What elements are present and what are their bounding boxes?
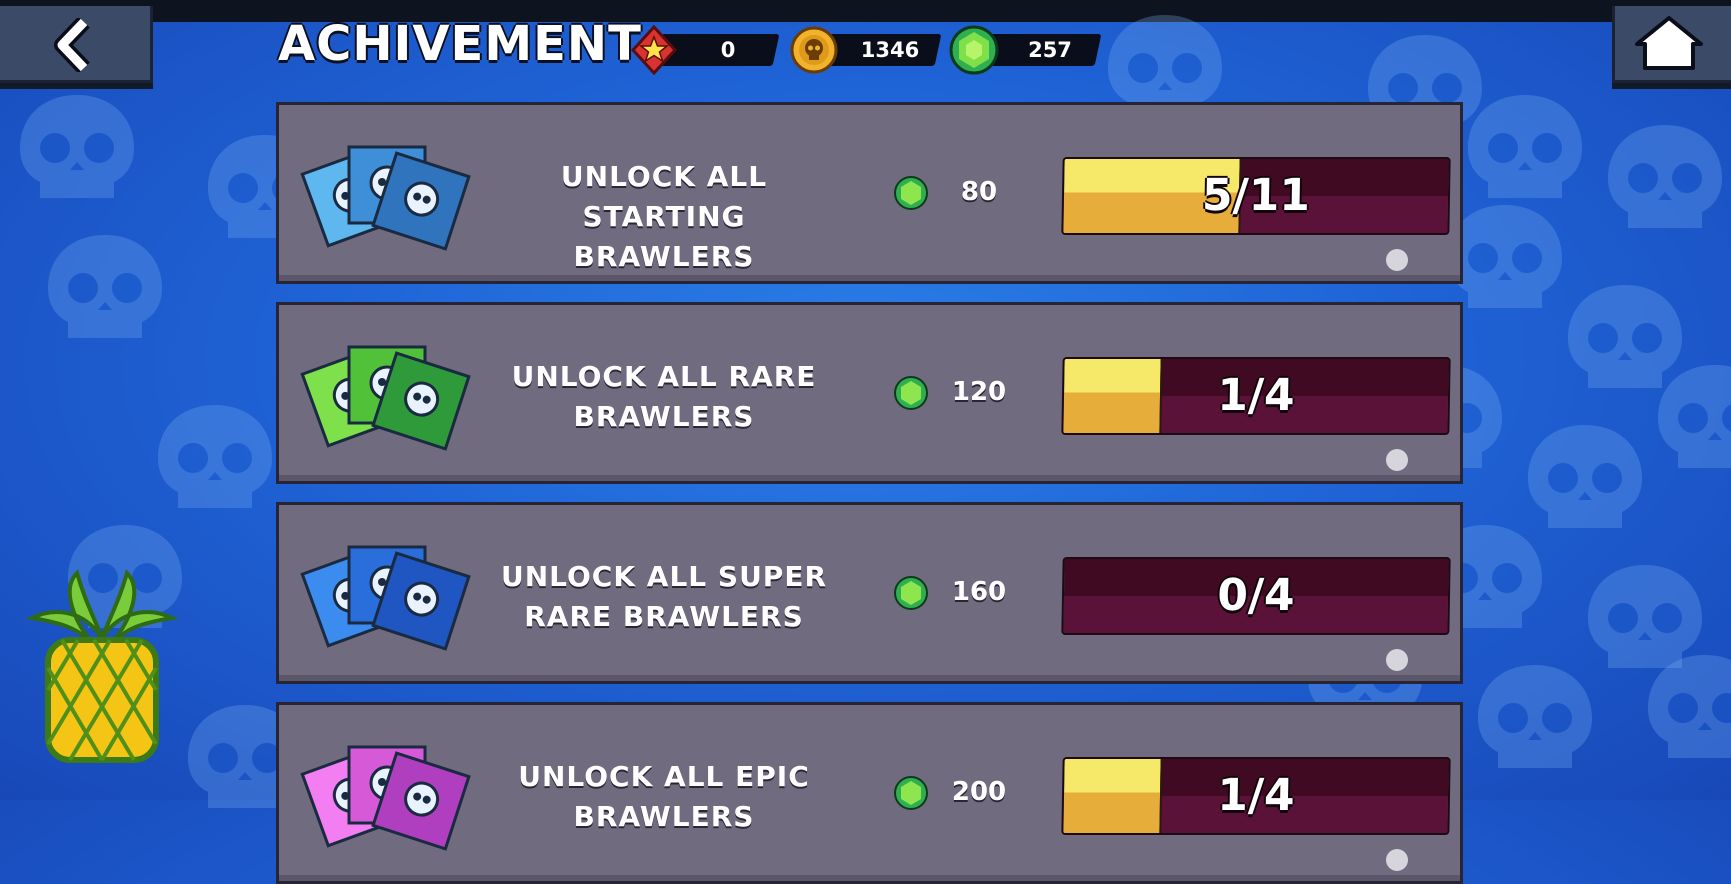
achievement-card[interactable]: UNLOCK ALL STARTING BRAWLERS 80 5/11 [276,102,1463,284]
gem-counter: 257 [948,25,1102,75]
achievement-card[interactable]: UNLOCK ALL RARE BRAWLERS 120 1/4 [276,302,1463,484]
progress-text: 1/4 [1216,770,1296,821]
skull-icon [150,400,280,515]
gem-reward-value: 200 [951,777,1007,807]
skull-icon [40,230,170,345]
gem-value: 257 [1028,38,1072,62]
skull-icon [1520,420,1650,535]
skull-icon [1640,650,1731,765]
skull-icon [1650,360,1731,475]
star-token-value: 0 [720,38,736,62]
back-button[interactable] [0,6,153,83]
status-dot [1386,249,1408,271]
brawler-cards-icon [299,335,479,455]
top-strip [0,0,1731,22]
achievement-label: UNLOCK ALL RARE BRAWLERS [511,360,817,433]
achievement-label: UNLOCK ALL STARTING BRAWLERS [560,160,768,273]
skull-icon [12,90,142,205]
status-dot [1386,449,1408,471]
star-token-counter: 0 [628,24,780,76]
progress-bar: 1/4 [1061,357,1451,435]
achievement-card[interactable]: UNLOCK ALL SUPER RARE BRAWLERS 160 0/4 [276,502,1463,684]
status-dot [1386,849,1408,871]
star-token-icon [628,24,680,76]
status-dot [1386,649,1408,671]
gem-icon [893,775,929,811]
brawler-cards-icon [299,135,479,255]
skull-coin-icon [788,24,840,76]
skull-coin-counter: 1346 [788,26,942,74]
gem-icon [893,575,929,611]
skull-icon [1460,90,1590,205]
achievement-label: UNLOCK ALL SUPER RARE BRAWLERS [500,560,828,633]
progress-text: 5/11 [1201,170,1311,221]
achievement-card[interactable]: UNLOCK ALL EPIC BRAWLERS 200 1/4 [276,702,1463,884]
home-icon [1635,16,1703,70]
pineapple-sticker-icon [22,568,182,768]
progress-bar: 0/4 [1061,557,1451,635]
skull-coin-value: 1346 [860,38,920,62]
gem-icon [893,175,929,211]
progress-text: 1/4 [1216,370,1296,421]
progress-bar: 5/11 [1061,157,1451,235]
brawler-cards-icon [299,735,479,855]
gem-reward-value: 80 [960,177,998,207]
home-button[interactable] [1612,6,1731,83]
achievement-label: UNLOCK ALL EPIC BRAWLERS [518,760,810,833]
chevron-left-icon [54,18,90,72]
gem-icon [948,24,1000,76]
progress-text: 0/4 [1216,570,1296,621]
page-title: ACHIVEMENT [278,16,642,72]
skull-icon [1470,660,1600,775]
progress-bar: 1/4 [1061,757,1451,835]
gem-reward-value: 160 [951,577,1007,607]
skull-icon [1600,120,1730,235]
gem-reward-value: 120 [951,377,1007,407]
gem-icon [893,375,929,411]
brawler-cards-icon [299,535,479,655]
